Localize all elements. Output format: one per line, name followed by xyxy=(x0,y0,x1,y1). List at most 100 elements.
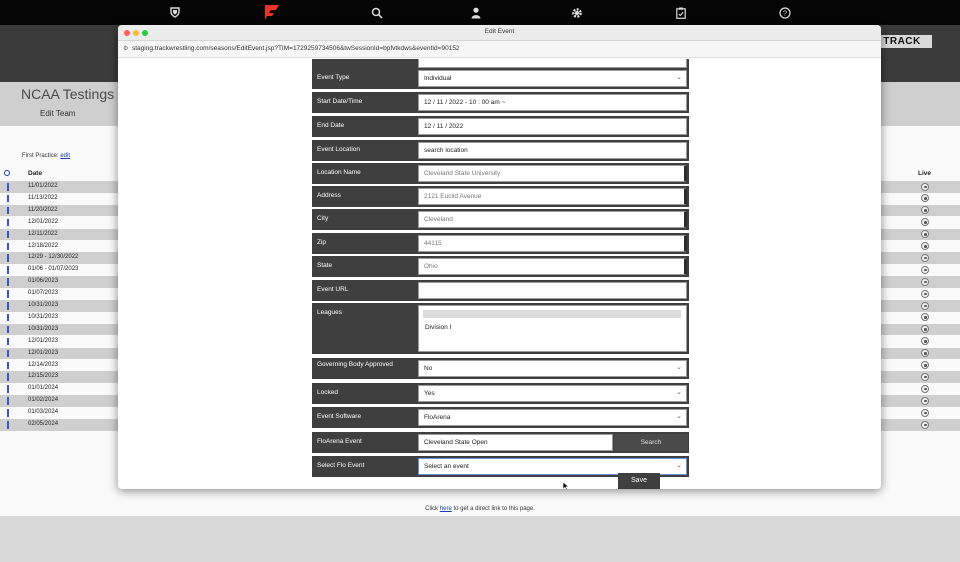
row-date: 12/29 - 12/30/2022 xyxy=(28,254,79,261)
user-icon[interactable] xyxy=(466,4,486,21)
url-text[interactable]: staging.trackwrestling.com/seasons/EditE… xyxy=(132,45,460,52)
chevron-down-icon: ⌄ xyxy=(676,364,682,371)
live-radio-icon[interactable] xyxy=(921,230,929,239)
form-row-floarena-event: FloArena Event Cleveland State Open Sear… xyxy=(312,432,689,453)
form-row-event-location: Event Location search location xyxy=(312,140,689,161)
clipboard-icon[interactable] xyxy=(671,4,691,21)
settings-circle-icon[interactable] xyxy=(4,170,10,176)
row-date: 01/06 - 01/07/2023 xyxy=(28,266,79,273)
edit-team-link[interactable]: Edit Team xyxy=(40,109,75,118)
leagues-option-division-i[interactable]: Division I xyxy=(425,324,451,331)
background-bottom xyxy=(0,516,960,562)
search-icon[interactable] xyxy=(367,4,387,21)
window-title: Edit Event xyxy=(484,28,515,35)
top-nav: ? xyxy=(0,0,960,25)
live-radio-icon[interactable] xyxy=(921,289,929,298)
form-row-leagues: Leagues Division I xyxy=(312,303,689,354)
leagues-multiselect[interactable]: Division I xyxy=(418,305,687,352)
url-bar[interactable]: ⚙ staging.trackwrestling.com/seasons/Edi… xyxy=(118,41,881,58)
zip-value: 44115 xyxy=(424,240,442,247)
help-icon[interactable]: ? xyxy=(775,4,795,21)
live-radio-icon[interactable] xyxy=(921,349,929,358)
live-radio-icon[interactable] xyxy=(921,242,929,250)
city-label: City xyxy=(317,215,329,222)
location-name-label: Location Name xyxy=(317,169,361,176)
row-date: 10/31/2023 xyxy=(28,313,59,320)
shield-icon[interactable] xyxy=(165,4,185,21)
row-date: 01/02/2024 xyxy=(28,397,59,404)
live-radio-icon[interactable] xyxy=(921,337,929,346)
floarena-event-label: FloArena Event xyxy=(317,438,362,445)
flo-event-label: Select Flo Event xyxy=(317,462,365,469)
flo-event-value: Select an event xyxy=(424,463,469,470)
start-datetime-input[interactable]: 12 / 11 / 2022 - 10 : 00 am ~ xyxy=(418,94,687,111)
flo-logo[interactable] xyxy=(262,4,282,21)
location-name-field[interactable]: Cleveland State University xyxy=(418,165,687,182)
event-software-select[interactable]: FloArena ⌄ xyxy=(418,409,687,426)
governing-body-value: No xyxy=(424,365,433,372)
row-marker xyxy=(7,421,9,429)
row-marker xyxy=(7,266,9,274)
form-row-end-date: End Date 12 / 11 / 2022 xyxy=(312,116,689,137)
hidden-field-top[interactable] xyxy=(418,59,687,68)
live-radio-icon[interactable] xyxy=(921,301,929,310)
live-radio-icon[interactable] xyxy=(921,194,929,203)
row-marker xyxy=(7,325,9,334)
event-url-input[interactable] xyxy=(418,282,687,299)
state-field[interactable]: Ohio xyxy=(418,258,687,275)
form-row-start-date: Start Date/Time 12 / 11 / 2022 - 10 : 00… xyxy=(312,92,689,113)
live-radio-icon[interactable] xyxy=(921,277,929,286)
row-date: 11/20/2022 xyxy=(28,206,58,213)
live-radio-icon[interactable] xyxy=(921,253,929,262)
live-radio-icon[interactable] xyxy=(921,361,929,369)
start-datetime-value: 12 / 11 / 2022 - 10 : 00 am ~ xyxy=(424,99,506,106)
zip-field[interactable]: 44115 xyxy=(418,235,687,252)
event-url-label: Event URL xyxy=(317,286,349,293)
column-header-date[interactable]: Date xyxy=(28,170,42,177)
address-field[interactable]: 2121 Euclid Avenue xyxy=(418,188,687,205)
locked-select[interactable]: Yes ⌄ xyxy=(418,385,687,402)
live-radio-icon[interactable] xyxy=(921,265,929,274)
row-date: 12/18/2022 xyxy=(28,242,59,249)
live-radio-icon[interactable] xyxy=(921,313,929,322)
live-radio-icon[interactable] xyxy=(921,182,929,191)
row-marker xyxy=(7,337,9,346)
city-field[interactable]: Cleveland xyxy=(418,211,687,228)
chevron-down-icon: ⌄ xyxy=(676,389,682,396)
governing-body-select[interactable]: No ⌄ xyxy=(418,360,687,377)
live-radio-icon[interactable] xyxy=(921,218,929,227)
live-radio-icon[interactable] xyxy=(921,396,929,405)
live-radio-icon[interactable] xyxy=(921,325,929,334)
form-row-locked: Locked Yes ⌄ xyxy=(312,383,689,404)
gear-icon[interactable] xyxy=(567,4,587,21)
save-button[interactable]: Save xyxy=(618,473,660,489)
event-location-search-input[interactable]: search location xyxy=(418,142,687,159)
row-marker xyxy=(7,230,9,239)
row-date: 12/15/2023 xyxy=(28,373,59,380)
direct-link[interactable]: here xyxy=(440,506,452,512)
chevron-down-icon: ⌄ xyxy=(676,462,682,469)
event-software-label: Event Software xyxy=(317,413,362,420)
site-settings-icon[interactable]: ⚙ xyxy=(123,45,128,52)
row-date: 12/14/2023 xyxy=(28,361,59,368)
live-radio-icon[interactable] xyxy=(921,206,929,215)
live-radio-icon[interactable] xyxy=(921,420,929,429)
row-date: 10/31/2023 xyxy=(28,325,59,332)
floarena-search-button[interactable]: Search xyxy=(614,434,688,451)
live-radio-icon[interactable] xyxy=(921,408,929,417)
live-radio-icon[interactable] xyxy=(921,372,929,381)
row-marker xyxy=(7,349,9,358)
floarena-event-input[interactable]: Cleveland State Open xyxy=(418,434,613,451)
row-date: 02/05/2024 xyxy=(28,421,59,427)
first-practice-edit-link[interactable]: edit xyxy=(60,153,70,159)
live-radio-icon[interactable] xyxy=(921,384,929,393)
edit-event-form: Event Type Individual ⌄ Start Date/Time … xyxy=(118,59,881,489)
row-date: 12/01/2022 xyxy=(28,218,59,225)
row-date: 01/07/2023 xyxy=(28,290,59,297)
leagues-selected-option[interactable] xyxy=(423,310,681,318)
end-date-input[interactable]: 12 / 11 / 2022 xyxy=(418,118,687,135)
row-date: 12/11/2022 xyxy=(28,230,58,237)
row-marker xyxy=(7,409,9,417)
footer-prefix: Click xyxy=(425,506,439,512)
event-type-select[interactable]: Individual ⌄ xyxy=(418,70,687,87)
